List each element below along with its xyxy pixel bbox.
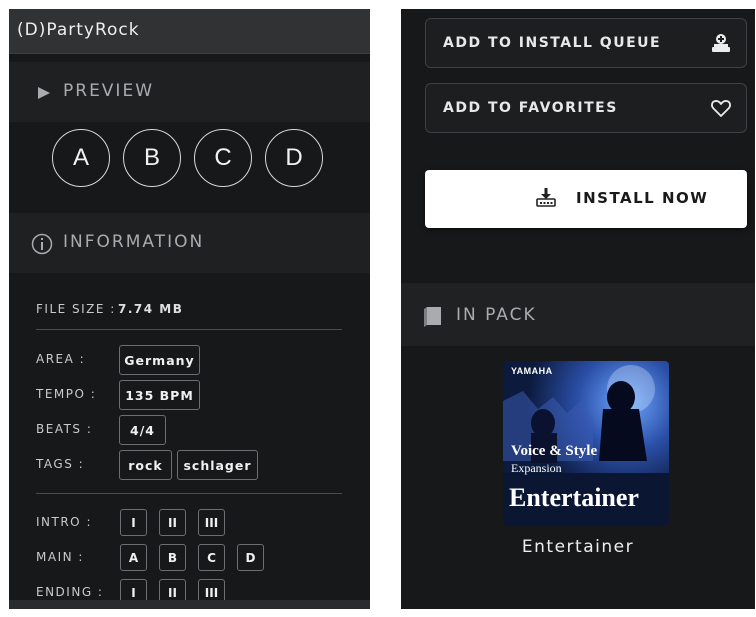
beats-label: BEATS : [36,422,93,436]
tags-label: TAGS : [36,457,85,471]
tag-schlager[interactable]: schlager [177,450,258,480]
bottom-bar [9,600,370,609]
main-button-c[interactable]: C [198,544,225,571]
area-tag: Germany [119,345,200,375]
file-size-label: FILE SIZE : [36,302,116,316]
main-label: MAIN : [36,550,84,564]
download-tray-icon [712,34,730,52]
main-button-b[interactable]: B [159,544,186,571]
in-pack-section-header: IN PACK [401,283,755,346]
tempo-label: TEMPO : [36,387,97,401]
preview-section-header[interactable]: PREVIEW [9,62,370,122]
main-button-d[interactable]: D [237,544,264,571]
add-to-favorites-label: ADD TO FAVORITES [443,100,618,116]
pack-name[interactable]: Entertainer [401,537,755,557]
cover-line1: Voice & Style [511,443,598,459]
preview-label: PREVIEW [63,81,154,101]
divider [36,493,342,494]
preview-button-b[interactable]: B [123,129,181,187]
play-icon [38,87,50,99]
heart-icon [711,100,731,117]
information-section-header: INFORMATION [9,213,370,273]
information-label: INFORMATION [63,232,205,252]
add-to-install-queue-button[interactable]: ADD TO INSTALL QUEUE [425,18,747,68]
style-detail-panel: (D)PartyRock PREVIEW A B C D INFORMATION… [9,9,370,609]
install-now-button[interactable]: INSTALL NOW [425,170,747,228]
preview-button-a[interactable]: A [52,129,110,187]
cover-title: Entertainer [509,483,639,512]
intro-label: INTRO : [36,515,92,529]
preview-button-c[interactable]: C [194,129,252,187]
pack-cover-image[interactable]: YAMAHA Voice & Style Expansion Entertain… [503,361,669,526]
tag-rock[interactable]: rock [119,450,172,480]
pack-actions-panel: ADD TO INSTALL QUEUE ADD TO FAVORITES IN… [401,9,755,609]
install-now-label: INSTALL NOW [576,189,709,207]
tempo-tag: 135 BPM [119,380,200,410]
intro-button-1[interactable]: I [120,509,147,536]
divider [36,329,342,330]
in-pack-label: IN PACK [456,305,537,325]
intro-button-2[interactable]: II [159,509,186,536]
book-icon [424,307,441,327]
preview-button-d[interactable]: D [265,129,323,187]
title-bar: (D)PartyRock [9,9,370,54]
beats-tag: 4/4 [119,415,166,445]
info-icon [31,233,53,255]
ending-label: ENDING : [36,585,104,599]
intro-button-3[interactable]: III [198,509,225,536]
style-title: (D)PartyRock [17,20,140,40]
main-button-a[interactable]: A [120,544,147,571]
add-to-favorites-button[interactable]: ADD TO FAVORITES [425,83,747,133]
cover-brand: YAMAHA [511,366,553,376]
area-label: AREA : [36,352,86,366]
file-size-value: 7.74 MB [118,302,184,316]
install-icon [536,188,556,207]
add-to-install-queue-label: ADD TO INSTALL QUEUE [443,35,662,51]
cover-line2: Expansion [511,461,562,475]
